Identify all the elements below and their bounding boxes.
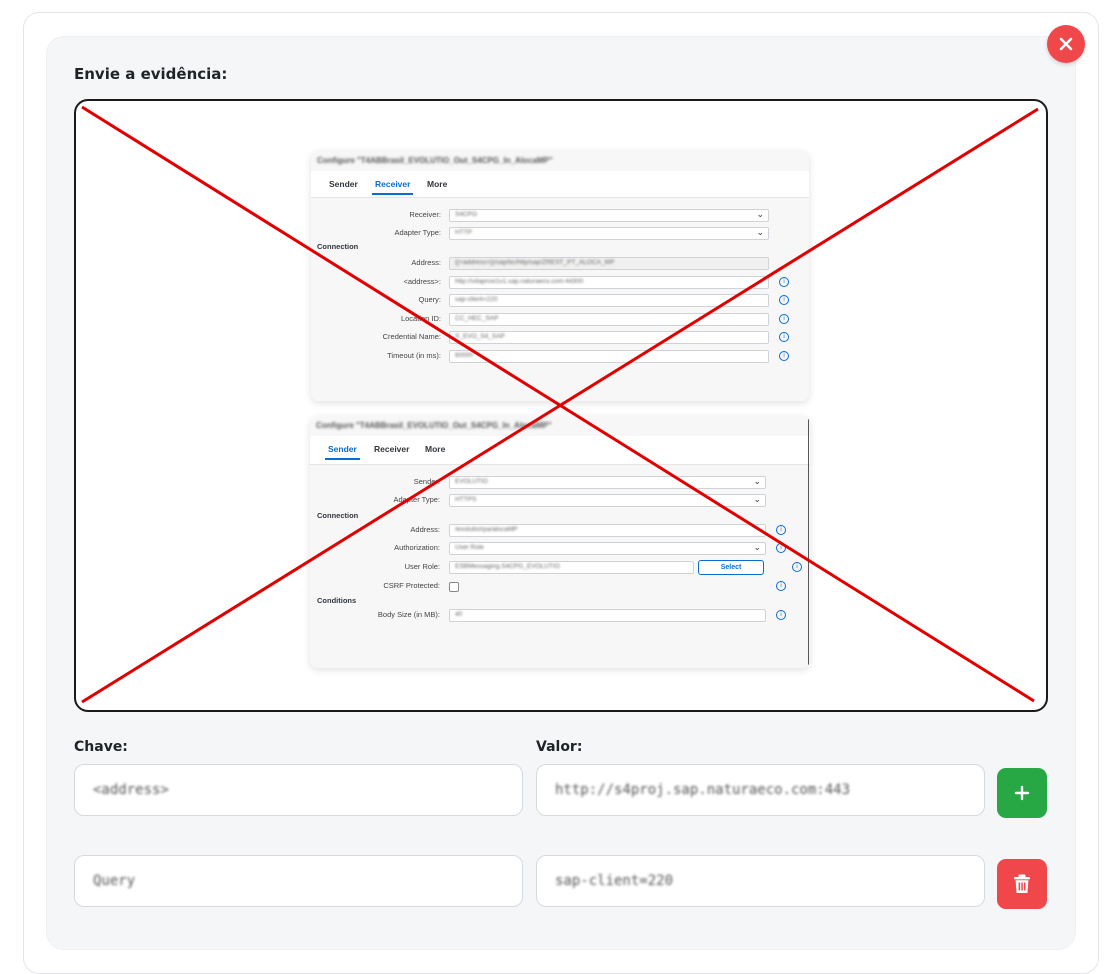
- sap-dialog-title: Configure "T4ABBrasil_EVOLUTIO_Out_S4CPG…: [316, 421, 552, 430]
- sap-field-value: {{<address>}}/sap/bc/http/sap/ZREST_PT_A…: [449, 257, 769, 270]
- sap-field-value: EVOLUTIO ⌄: [449, 476, 766, 489]
- sap-field-label: Sender:: [413, 477, 440, 486]
- sap-tab-bar: Sender Receiver More: [310, 436, 810, 465]
- key-input-2[interactable]: Query: [74, 855, 523, 907]
- evidence-image-dropzone[interactable]: Configure "T4ABBrasil_EVOLUTIO_Out_S4CPG…: [74, 99, 1048, 712]
- sap-field-label: User Role:: [404, 562, 440, 571]
- sap-field-value: HTTP ⌄: [449, 227, 769, 240]
- sap-field-value: 60000: [449, 350, 769, 363]
- sap-field-value: ESBMessaging.S4CPG_EVOLUTIO: [449, 561, 694, 574]
- sap-tab-more: More: [427, 179, 448, 189]
- evidence-label: Envie a evidência:: [74, 65, 228, 83]
- sap-field-label: Adapter Type:: [393, 495, 440, 504]
- delete-row-button[interactable]: [997, 859, 1047, 909]
- info-icon: i: [776, 543, 786, 553]
- key-input-1[interactable]: <address>: [74, 764, 523, 816]
- sap-field-value: HTTPS ⌄: [449, 494, 766, 507]
- sap-field-label: Credential Name:: [382, 332, 441, 341]
- value-input-2[interactable]: sap-client=220: [536, 855, 985, 907]
- sap-field-value: CC_HEC_SAP: [449, 313, 769, 326]
- sap-field-label: Timeout (in ms):: [387, 351, 441, 360]
- sap-field-value: User Role ⌄: [449, 542, 766, 555]
- sap-section-connection: Connection: [317, 242, 359, 251]
- key-input-text: Query: [93, 873, 136, 889]
- info-icon: i: [792, 562, 802, 572]
- sap-tab-sender: Sender: [329, 179, 358, 189]
- key-label: Chave:: [74, 739, 128, 755]
- info-icon: i: [779, 332, 789, 342]
- sap-field-value: S_EVO_S4_SAP: [449, 331, 769, 344]
- trash-icon: [1014, 874, 1030, 893]
- sap-tab-receiver: Receiver: [371, 179, 414, 195]
- sap-checkbox: [449, 582, 459, 592]
- add-row-button[interactable]: [997, 768, 1047, 818]
- info-icon: i: [776, 525, 786, 535]
- value-input-text: sap-client=220: [555, 873, 674, 889]
- plus-icon: [1014, 785, 1030, 801]
- info-icon: i: [779, 295, 789, 305]
- sap-tab-sender: Sender: [325, 444, 360, 460]
- sap-section-connection: Connection: [317, 511, 359, 520]
- sap-tab-more: More: [425, 444, 446, 454]
- receiver-config-screenshot: Configure "T4ABBrasil_EVOLUTIO_Out_S4CPG…: [311, 151, 809, 401]
- close-button[interactable]: [1047, 25, 1085, 63]
- close-icon: [1059, 37, 1073, 51]
- divider: [808, 416, 809, 668]
- chevron-down-icon: ⌄: [756, 227, 764, 237]
- sap-field-value: http://s4aproxi1v1.sap.naturaeco.com:443…: [449, 276, 769, 289]
- sap-field-label: Adapter Type:: [394, 228, 441, 237]
- sender-config-screenshot: Configure "T4ABBrasil_EVOLUTIO_Out_S4CPG…: [310, 416, 810, 668]
- sap-field-label: Authorization:: [394, 543, 440, 552]
- sap-section-conditions: Conditions: [317, 596, 357, 605]
- sap-field-label: CSRF Protected:: [383, 581, 440, 590]
- sap-field-label: Query:: [418, 295, 441, 304]
- key-input-text: <address>: [93, 782, 169, 798]
- sap-tab-bar: Sender Receiver More: [311, 171, 809, 198]
- value-input-1[interactable]: http://s4proj.sap.naturaeco.com:443: [536, 764, 985, 816]
- sap-field-label: Address:: [411, 258, 441, 267]
- sap-field-value: sap-client=220: [449, 294, 769, 307]
- sap-field-label: Address:: [410, 525, 440, 534]
- sap-field-label: <address>:: [403, 277, 441, 286]
- sap-tab-receiver: Receiver: [374, 444, 410, 454]
- sap-field-value: /evolutio/rpa/alocaMP: [449, 524, 766, 537]
- value-label: Valor:: [536, 739, 583, 755]
- sap-field-label: Body Size (in MB):: [377, 610, 440, 619]
- sap-select-button: Select: [698, 560, 764, 575]
- info-icon: i: [776, 581, 786, 591]
- info-icon: i: [776, 610, 786, 620]
- info-icon: i: [779, 314, 789, 324]
- sap-field-value: 40: [449, 609, 766, 622]
- chevron-down-icon: ⌄: [753, 542, 761, 552]
- sap-field-label: Receiver:: [409, 210, 441, 219]
- sap-field-value: S4CPG ⌄: [449, 209, 769, 222]
- chevron-down-icon: ⌄: [753, 476, 761, 486]
- chevron-down-icon: ⌄: [753, 494, 761, 504]
- info-icon: i: [779, 277, 789, 287]
- sap-field-label: Location ID:: [400, 314, 441, 323]
- sap-dialog-title: Configure "T4ABBrasil_EVOLUTIO_Out_S4CPG…: [317, 156, 553, 165]
- value-input-text: http://s4proj.sap.naturaeco.com:443: [555, 782, 851, 798]
- info-icon: i: [779, 351, 789, 361]
- chevron-down-icon: ⌄: [756, 209, 764, 219]
